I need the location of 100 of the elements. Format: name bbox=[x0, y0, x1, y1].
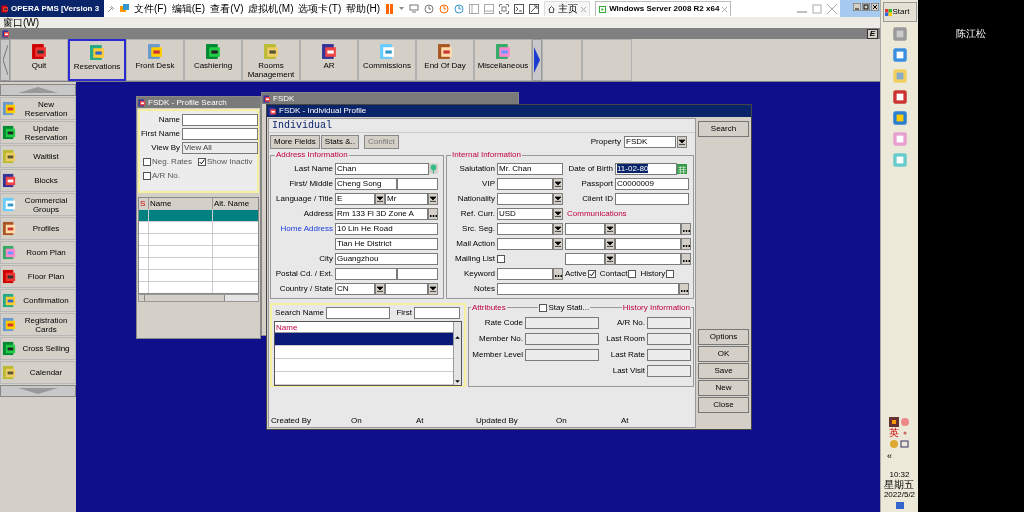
text-field[interactable] bbox=[497, 177, 553, 190]
text-field[interactable] bbox=[497, 192, 553, 205]
clock-icon[interactable] bbox=[439, 3, 450, 14]
clock-icon[interactable] bbox=[424, 3, 435, 14]
dropdown-button[interactable] bbox=[553, 207, 563, 220]
text-field[interactable] bbox=[414, 307, 460, 319]
more-button[interactable] bbox=[681, 237, 691, 250]
sidebar-button[interactable]: Update Reservation bbox=[0, 121, 76, 144]
menu-item[interactable]: 编辑(E) bbox=[171, 3, 206, 14]
fullscreen-icon[interactable] bbox=[499, 3, 510, 14]
text-field[interactable]: Rm 133 Fl 3D Zone A bbox=[335, 207, 428, 220]
text-field[interactable] bbox=[497, 237, 553, 250]
edit-button[interactable]: E bbox=[866, 28, 878, 39]
checkbox[interactable] bbox=[666, 269, 675, 278]
sidebar-button[interactable]: Blocks bbox=[0, 169, 76, 192]
text-field[interactable] bbox=[647, 317, 691, 329]
panel-layout-icon[interactable] bbox=[484, 3, 495, 14]
checkbox[interactable] bbox=[587, 269, 596, 278]
text-field[interactable]: FSDK bbox=[624, 135, 676, 148]
text-field[interactable]: E bbox=[335, 192, 375, 205]
text-field[interactable] bbox=[647, 365, 691, 377]
taskbar-app-icon[interactable] bbox=[890, 46, 909, 64]
taskbar-app-icon[interactable] bbox=[890, 109, 909, 127]
text-field[interactable]: Cheng Song bbox=[335, 177, 397, 190]
dropdown-button[interactable] bbox=[605, 252, 615, 265]
list-row[interactable] bbox=[275, 333, 453, 346]
monitor-icon[interactable] bbox=[409, 4, 420, 13]
text-field[interactable]: Guangzhou bbox=[335, 252, 438, 265]
calendar-icon[interactable] bbox=[677, 163, 687, 174]
sidebar-button[interactable]: Confirmation bbox=[0, 289, 76, 312]
toolbar-button[interactable]: AR bbox=[300, 39, 358, 81]
text-field[interactable]: Mr. Chan bbox=[497, 162, 563, 175]
text-field[interactable] bbox=[565, 237, 605, 250]
dropdown-button[interactable] bbox=[605, 222, 615, 235]
text-field[interactable] bbox=[182, 114, 258, 126]
text-field[interactable]: View All bbox=[182, 142, 258, 154]
vm-tab[interactable]: 主页 bbox=[544, 1, 591, 16]
text-field[interactable] bbox=[525, 317, 599, 329]
minimize-icon[interactable] bbox=[853, 3, 861, 11]
text-field[interactable] bbox=[525, 333, 599, 345]
dropdown-button[interactable] bbox=[553, 222, 563, 235]
close-icon[interactable] bbox=[871, 3, 879, 11]
menu-item[interactable]: 窗口(W) bbox=[3, 17, 40, 28]
toolbar-button[interactable]: End Of Day bbox=[416, 39, 474, 81]
input-method-indicator[interactable]: 英 bbox=[889, 428, 899, 438]
pin-icon[interactable] bbox=[107, 4, 115, 13]
toolbar-button[interactable]: Rooms Management bbox=[242, 39, 300, 81]
taskbar-app-icon[interactable] bbox=[890, 25, 909, 43]
side-button[interactable]: New bbox=[698, 380, 749, 396]
menu-item[interactable]: 文件(F) bbox=[134, 3, 167, 14]
more-button[interactable] bbox=[681, 252, 691, 265]
caret-icon[interactable] bbox=[399, 6, 405, 11]
dropdown-button[interactable] bbox=[375, 192, 385, 205]
clock-icon[interactable] bbox=[454, 3, 465, 14]
text-field[interactable] bbox=[647, 349, 691, 361]
side-button[interactable]: OK bbox=[698, 346, 749, 362]
menu-item[interactable]: 虚拟机(M) bbox=[248, 3, 294, 14]
dropdown-button[interactable] bbox=[553, 177, 563, 190]
text-field[interactable]: 11-02-80 bbox=[615, 162, 677, 175]
checkbox[interactable] bbox=[539, 304, 548, 312]
side-button[interactable]: Options bbox=[698, 329, 749, 345]
text-field[interactable] bbox=[615, 237, 681, 250]
text-field[interactable] bbox=[647, 333, 691, 345]
toolbar-button[interactable]: Cashiering bbox=[184, 39, 242, 81]
sidebar-button[interactable]: Registration Cards bbox=[0, 313, 76, 336]
vertical-scrollbar[interactable] bbox=[453, 322, 461, 385]
more-button[interactable] bbox=[428, 207, 438, 220]
toolbar-button[interactable]: Quit bbox=[10, 39, 68, 81]
scroll-left-button[interactable] bbox=[0, 39, 10, 81]
text-field[interactable] bbox=[497, 222, 553, 235]
taskbar-app-icon[interactable] bbox=[890, 88, 909, 106]
checkbox[interactable] bbox=[628, 269, 637, 278]
text-field[interactable] bbox=[385, 282, 428, 295]
sidebar-button[interactable]: Waitlist bbox=[0, 145, 76, 168]
text-field[interactable] bbox=[525, 349, 599, 361]
sidebar-button[interactable]: Calendar bbox=[0, 361, 76, 384]
sidebar-button[interactable]: New Reservation bbox=[0, 97, 76, 120]
sidebar-button[interactable]: Cross Selling bbox=[0, 337, 76, 360]
terminal-icon[interactable] bbox=[514, 3, 525, 14]
sidebar-button[interactable]: Commercial Groups bbox=[0, 193, 76, 216]
text-field[interactable] bbox=[182, 128, 258, 140]
sidebar-layout-icon[interactable] bbox=[469, 3, 480, 14]
sidebar-button[interactable]: Room Plan bbox=[0, 241, 76, 264]
toolbar-button[interactable]: Front Desk bbox=[126, 39, 184, 81]
scroll-right-button[interactable] bbox=[532, 39, 542, 81]
tray-icon[interactable] bbox=[889, 417, 899, 427]
text-field[interactable]: C0000009 bbox=[615, 177, 689, 190]
text-field[interactable] bbox=[565, 252, 605, 265]
vm-tab[interactable]: Windows Server 2008 R2 x64 bbox=[595, 1, 732, 16]
text-field[interactable] bbox=[397, 267, 438, 280]
form-button[interactable]: More Fields bbox=[270, 134, 320, 149]
text-field[interactable] bbox=[497, 282, 679, 295]
side-button[interactable]: Close bbox=[698, 397, 749, 413]
dropdown-button[interactable] bbox=[553, 192, 563, 205]
dropdown-button[interactable] bbox=[605, 237, 615, 250]
pause-icon[interactable] bbox=[385, 3, 395, 14]
table-row[interactable] bbox=[139, 209, 258, 221]
resize-icon[interactable] bbox=[529, 3, 540, 14]
text-field[interactable] bbox=[615, 252, 681, 265]
text-field[interactable] bbox=[397, 177, 438, 190]
